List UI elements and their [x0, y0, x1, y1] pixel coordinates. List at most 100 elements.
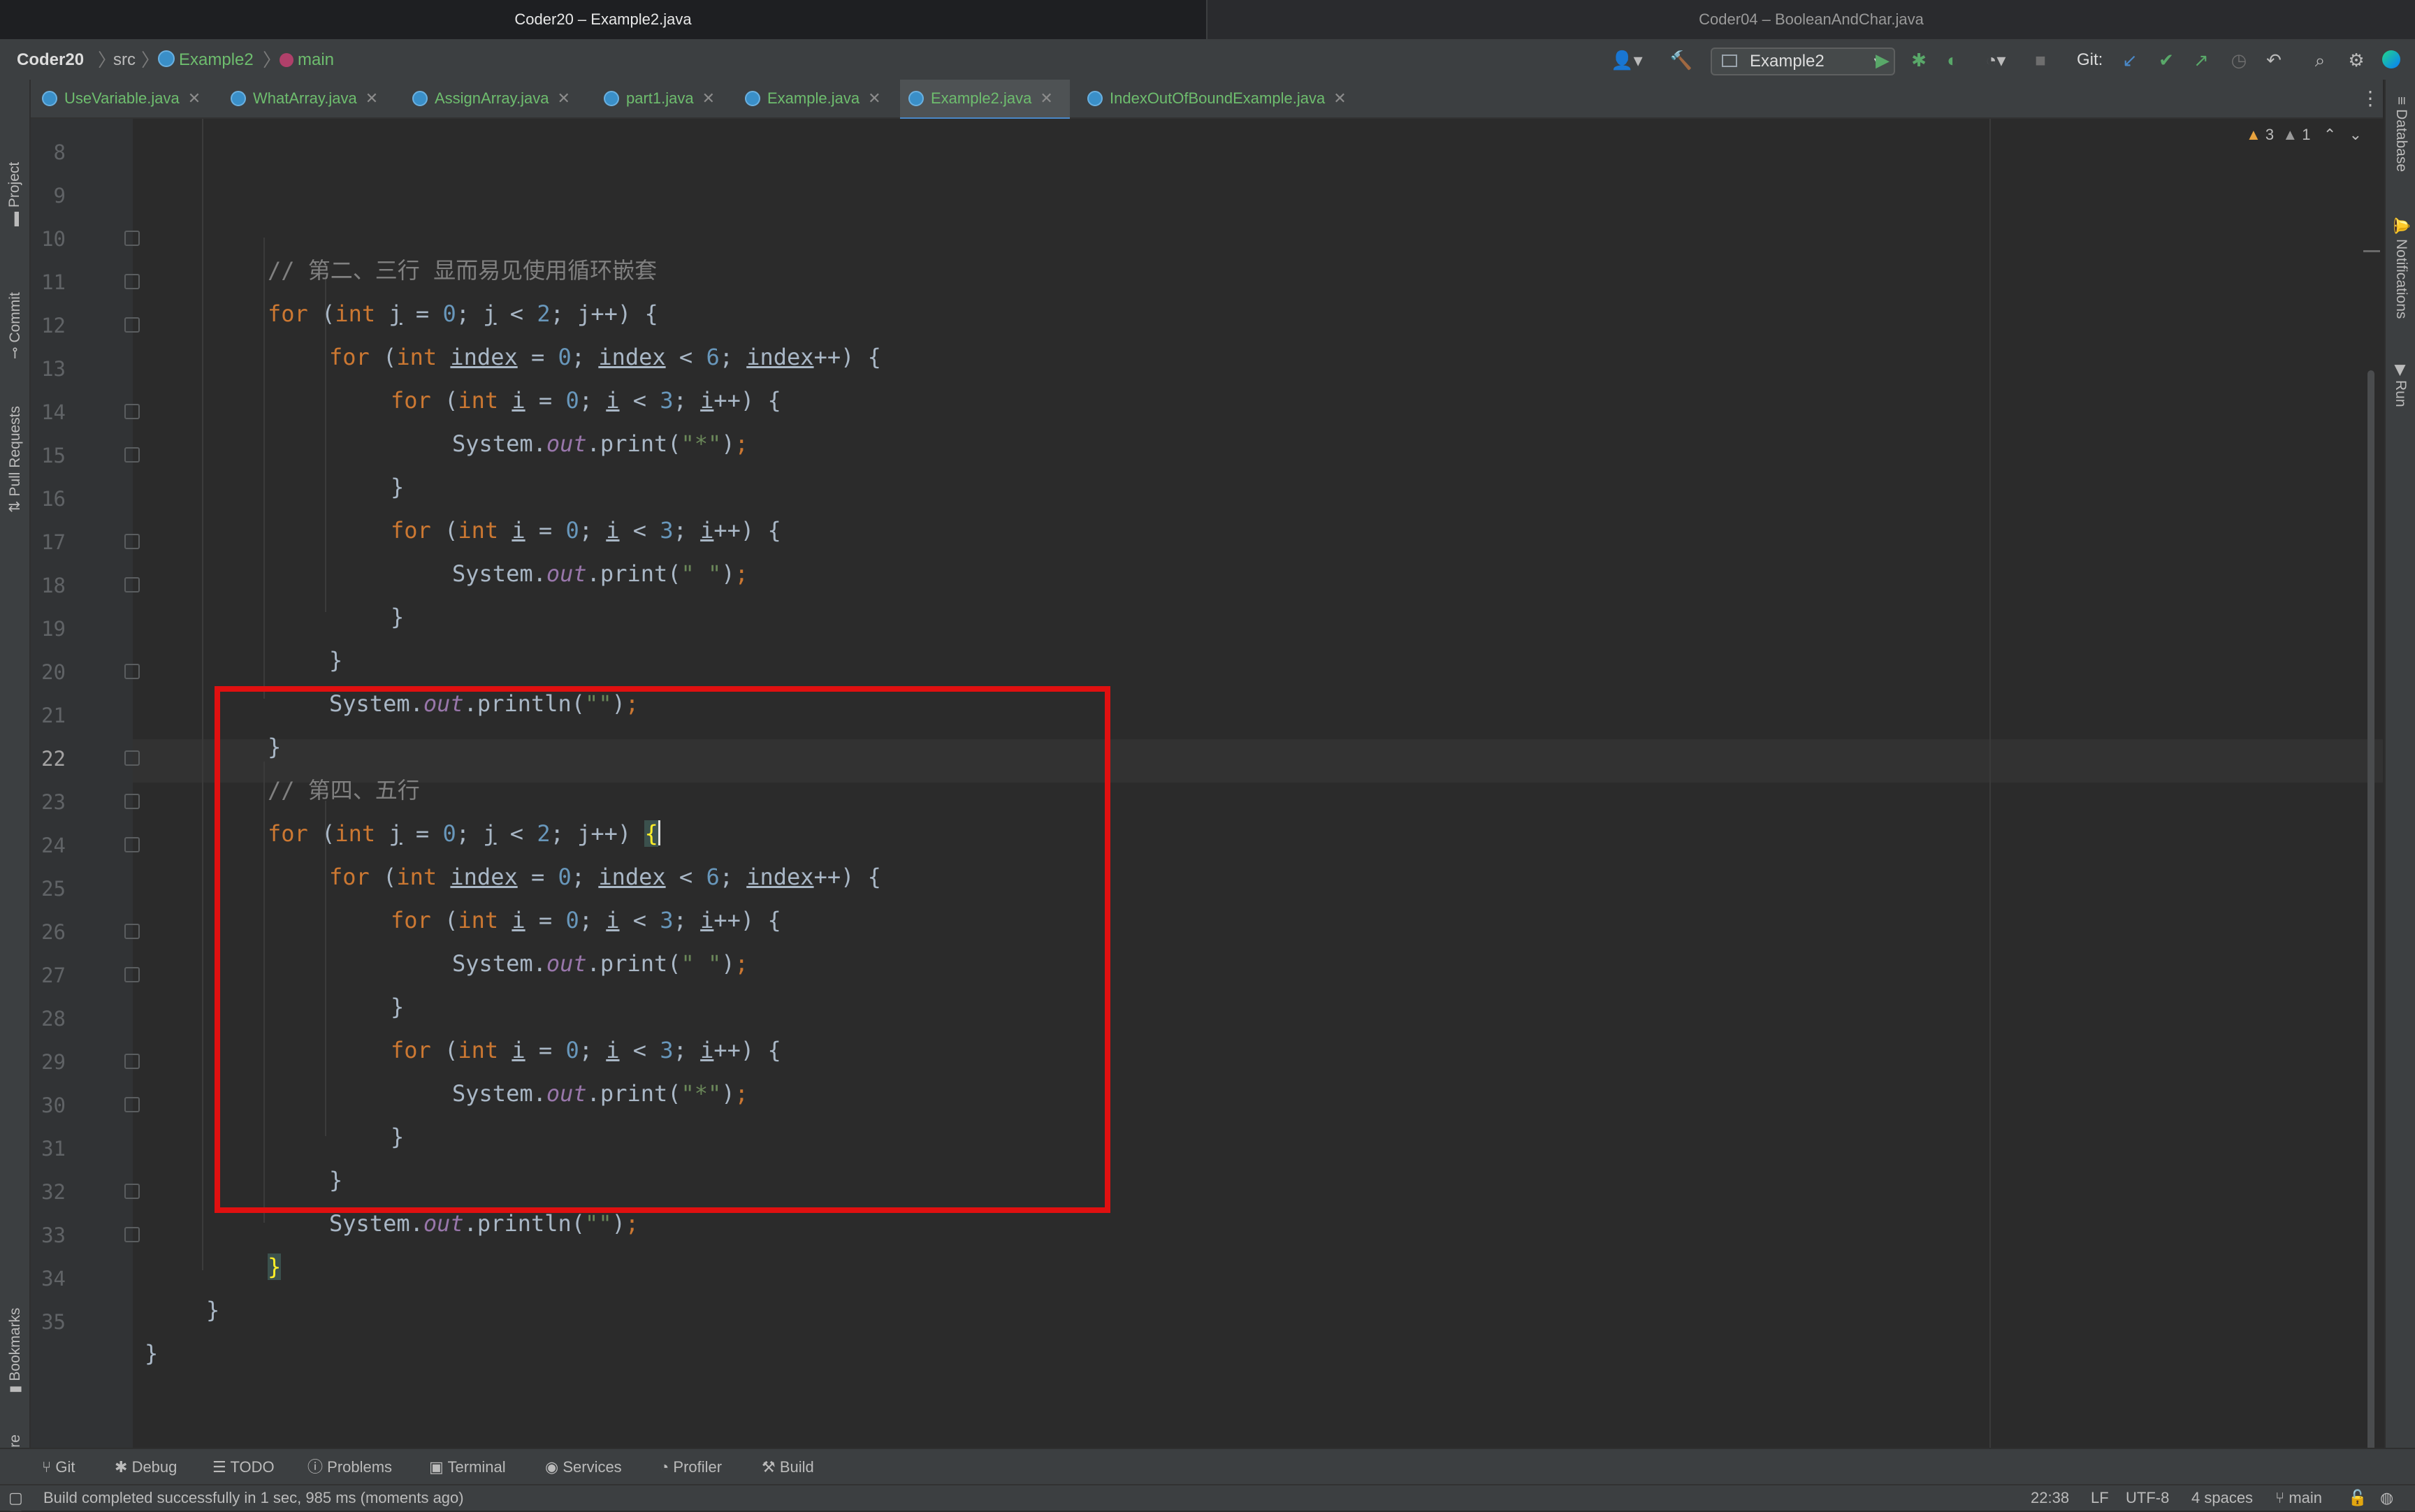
status-message[interactable]: Build completed successfully in 1 sec, 9… — [43, 1485, 464, 1511]
toolwindow-bookmarks[interactable]: ▮ Bookmarks — [6, 1308, 24, 1393]
class-icon — [604, 91, 619, 106]
close-icon[interactable]: ✕ — [868, 89, 880, 107]
fold-marker-icon[interactable] — [124, 1184, 140, 1199]
toolwindow-profiler[interactable]: ◔ Profiler — [660, 1449, 722, 1485]
line-number: 35 — [41, 1310, 66, 1334]
git-commit-icon[interactable]: ✔ — [2154, 50, 2179, 70]
breadcrumb-method[interactable]: main — [280, 41, 334, 80]
close-icon[interactable]: ✕ — [188, 89, 201, 107]
fold-marker-icon[interactable] — [124, 794, 140, 809]
toolwindow-problems[interactable]: ⓘ Problems — [307, 1449, 392, 1485]
fold-marker-icon[interactable] — [124, 1097, 140, 1112]
file-encoding[interactable]: UTF-8 — [2126, 1485, 2169, 1511]
close-icon[interactable]: ✕ — [557, 89, 570, 107]
breadcrumb-folder[interactable]: src — [113, 41, 136, 80]
toolwindow-todo[interactable]: ☰ TODO — [212, 1449, 275, 1485]
breadcrumb-project[interactable]: Coder20 — [17, 41, 84, 80]
line-separator[interactable]: LF — [2091, 1485, 2109, 1511]
tab-assignarray[interactable]: AssignArray.java ✕ — [412, 80, 570, 117]
lock-icon[interactable]: 🔓 — [2348, 1485, 2367, 1511]
folder-icon: ▬ — [6, 212, 22, 226]
class-icon — [745, 91, 760, 106]
toolwindow-run[interactable]: ▶ Run — [2392, 365, 2409, 407]
fold-marker-icon[interactable] — [124, 1227, 140, 1242]
close-icon[interactable]: ✕ — [1040, 89, 1052, 107]
fold-marker-icon[interactable] — [124, 447, 140, 463]
line-number: 8 — [53, 140, 66, 164]
window-tab-inactive[interactable]: Coder04 – BooleanAndChar.java — [1208, 0, 2415, 39]
line-number: 33 — [41, 1223, 66, 1247]
memory-indicator-icon[interactable]: ◍ — [2380, 1485, 2393, 1511]
toolwindow-pull-requests[interactable]: ⇅ Pull Requests — [6, 406, 24, 513]
toolwindow-project[interactable]: ▬ Project — [6, 162, 23, 226]
run-configuration-select[interactable]: Example2 ▼ — [1711, 48, 1895, 75]
tab-example2[interactable]: Example2.java ✕ — [900, 80, 1070, 120]
code-line-9: // 第二、三行 显而易见使用循环嵌套 — [268, 257, 658, 284]
code-line-11: for (int index = 0; index < 6; index++) … — [329, 344, 881, 370]
class-icon — [231, 91, 246, 106]
toolwindow-services[interactable]: ◉ Services — [545, 1449, 622, 1485]
coverage-icon[interactable]: ◐ — [1940, 50, 1965, 70]
stop-icon[interactable]: ■ — [2029, 50, 2052, 70]
jetbrains-logo-icon[interactable] — [2379, 50, 2404, 70]
toolwindow-commit[interactable]: ⊸ Commit — [6, 292, 24, 359]
fold-marker-icon[interactable] — [124, 750, 140, 766]
fold-marker-icon[interactable] — [124, 924, 140, 939]
chevron-up-icon[interactable]: ⌃ — [2323, 126, 2336, 143]
more-vertical-icon[interactable]: ⋮ — [2360, 80, 2380, 117]
debug-icon[interactable]: ✱ — [1906, 50, 1931, 70]
breadcrumb-method-label: main — [298, 50, 335, 69]
fold-marker-icon[interactable] — [124, 274, 140, 289]
toolwindow-database[interactable]: ≡ Database — [2393, 96, 2409, 172]
toolwindow-terminal[interactable]: ▣ Terminal — [429, 1449, 506, 1485]
fold-marker-icon[interactable] — [124, 577, 140, 593]
fold-marker-icon[interactable] — [124, 317, 140, 333]
git-push-icon[interactable]: ↗ — [2189, 50, 2214, 70]
tab-whatarray[interactable]: WhatArray.java ✕ — [231, 80, 378, 117]
close-icon[interactable]: ✕ — [702, 89, 715, 107]
git-update-icon[interactable]: ↙ — [2117, 50, 2142, 70]
inspection-widget[interactable]: ▲ 3 ▲ 1 ⌃ ⌄ — [2246, 126, 2362, 144]
toolwindow-git[interactable]: ⑂ Git — [42, 1449, 75, 1485]
line-number: 12 — [41, 314, 66, 337]
tab-example[interactable]: Example.java ✕ — [745, 80, 881, 117]
code-line-18: } — [329, 647, 343, 674]
line-number: 15 — [41, 444, 66, 467]
fold-marker-icon[interactable] — [124, 967, 140, 982]
window-tab-active[interactable]: Coder20 – Example2.java — [0, 0, 1208, 39]
git-branch-widget[interactable]: ⑂ main — [2275, 1485, 2322, 1511]
line-number: 23 — [41, 790, 66, 814]
fold-marker-icon[interactable] — [124, 664, 140, 679]
run-icon[interactable]: ▶ — [1870, 50, 1895, 70]
fold-marker-icon[interactable] — [124, 231, 140, 246]
profile-icon[interactable]: ◔▾ — [1975, 50, 2017, 70]
tab-indexoutofboundexample[interactable]: IndexOutOfBoundExample.java ✕ — [1087, 80, 1347, 117]
warning-icon: ▲ — [2246, 126, 2261, 143]
user-account-icon[interactable]: 👤▾ — [1607, 50, 1646, 70]
window-toggle-icon[interactable]: ▢ — [8, 1485, 23, 1511]
toolwindow-debug[interactable]: ✱ Debug — [115, 1449, 177, 1485]
tab-part1[interactable]: part1.java ✕ — [604, 80, 715, 117]
search-icon[interactable]: ⌕ — [2307, 50, 2333, 70]
fold-marker-icon[interactable] — [124, 1054, 140, 1069]
fold-marker-icon[interactable] — [124, 837, 140, 852]
code-editor[interactable]: 8 9 10 11 12 13 14 15 16 17 18 19 20 21 … — [31, 119, 2383, 1480]
close-icon[interactable]: ✕ — [1333, 89, 1346, 107]
tab-usevariable[interactable]: UseVariable.java ✕ — [42, 80, 201, 117]
window-title-bar: ✕ Coder20 – Example2.java Coder04 – Bool… — [0, 0, 2415, 41]
caret-position[interactable]: 22:38 — [2031, 1485, 2069, 1511]
fold-marker-icon[interactable] — [124, 534, 140, 549]
database-icon: ≡ — [2393, 96, 2409, 106]
toolwindow-build[interactable]: ⚒ Build — [762, 1449, 814, 1485]
chevron-down-icon[interactable]: ⌄ — [2349, 126, 2362, 143]
vertical-scrollbar-thumb[interactable] — [2367, 370, 2374, 1480]
settings-gear-icon[interactable]: ⚙ — [2344, 50, 2369, 70]
fold-marker-icon[interactable] — [124, 404, 140, 419]
history-icon[interactable]: ◷ — [2226, 50, 2251, 70]
toolwindow-notifications[interactable]: 🔔 Notifications — [2393, 217, 2409, 319]
breadcrumb-class[interactable]: Example2 — [158, 41, 254, 80]
rollback-icon[interactable]: ↶ — [2261, 50, 2286, 70]
build-hammer-icon[interactable]: 🔨 — [1669, 50, 1694, 70]
close-icon[interactable]: ✕ — [365, 89, 378, 107]
indent-setting[interactable]: 4 spaces — [2191, 1485, 2253, 1511]
